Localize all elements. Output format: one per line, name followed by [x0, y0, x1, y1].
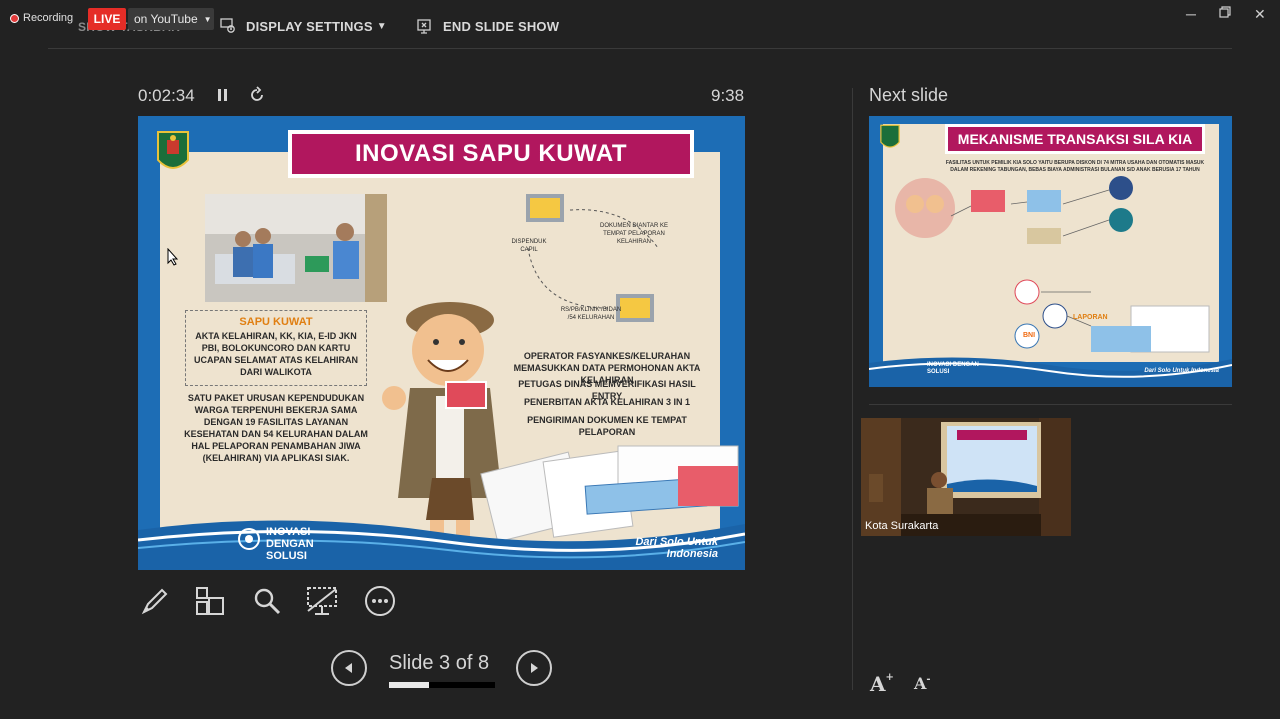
end-show-icon: [417, 19, 431, 34]
zoom-button[interactable]: [250, 584, 284, 618]
pen-tool-button[interactable]: [138, 584, 172, 618]
caret-down-icon: ▼: [376, 20, 387, 32]
screen-off-icon: [307, 587, 337, 615]
font-decrease-icon: A-: [914, 674, 931, 693]
grid-slides-icon: [196, 587, 224, 615]
live-badge: LIVE: [88, 8, 126, 30]
next-slide-preview[interactable]: MEKANISME TRANSAKSI SILA KIA FASILITAS U…: [869, 116, 1232, 387]
more-options-button[interactable]: [363, 584, 397, 618]
restore-icon: [1219, 6, 1231, 18]
chevron-down-icon: ▼: [203, 14, 212, 24]
pause-timer-button[interactable]: [216, 86, 230, 109]
slide-counter[interactable]: Slide 3 of 8: [389, 652, 489, 675]
slide-title: INOVASI SAPU KUWAT: [288, 130, 694, 178]
previous-slide-button[interactable]: [331, 650, 367, 686]
close-button[interactable]: ✕: [1254, 6, 1266, 23]
next-slide-label: Next slide: [869, 85, 949, 105]
recording-indicator: Recording: [10, 12, 73, 24]
previous-arrow-icon: [345, 663, 352, 673]
record-dot-icon: [10, 13, 19, 23]
current-slide[interactable]: INOVASI SAPU KUWAT SAPU KUWAT AKTA KELAH…: [138, 116, 745, 570]
minimize-button[interactable]: ─: [1186, 6, 1196, 22]
next-slide-diagram: [895, 176, 1210, 353]
hospital-photo: [205, 194, 387, 302]
stream-target-label: on YouTube: [134, 12, 198, 26]
city-emblem-icon: [157, 131, 189, 169]
display-settings-label: DISPLAY SETTINGS: [246, 18, 373, 34]
next-arrow-icon: [531, 663, 538, 673]
close-icon: ✕: [1254, 6, 1266, 22]
restart-timer-button[interactable]: [248, 86, 266, 109]
slide-footer-right: Dari Solo Untuk Indonesia: [635, 536, 718, 560]
decrease-font-button[interactable]: A-: [914, 674, 931, 693]
restart-icon: [251, 86, 263, 101]
more-icon: [365, 586, 395, 616]
next-slide-laporan: LAPORAN: [1073, 314, 1108, 321]
participant-name: Kota Surakarta: [865, 520, 939, 532]
slide-progress-fill: [389, 682, 429, 688]
slide-footer-left: INOVASI DENGAN SOLUSI: [266, 526, 314, 562]
paket-text: SATU PAKET URUSAN KEPENDUDUKAN WARGA TER…: [184, 393, 368, 463]
pause-icon: [218, 89, 227, 101]
step-3: PENERBITAN AKTA KELAHIRAN 3 IN 1: [523, 397, 690, 407]
restore-button[interactable]: [1219, 5, 1231, 21]
box-heading: SAPU KUWAT: [239, 316, 313, 328]
top-divider: [48, 48, 1232, 49]
black-screen-button[interactable]: [305, 584, 339, 618]
pen-icon: [141, 588, 168, 615]
next-slide-title: MEKANISME TRANSAKSI SILA KIA: [945, 124, 1205, 154]
flow-label-dispenduk: DISPENDUK CAPIL: [511, 239, 547, 253]
next-footer-right: Dari Solo Untuk Indonesia: [1144, 368, 1219, 374]
next-slide-intro: FASILITAS UNTUK PEMILIK KIA SOLO YAITU B…: [945, 160, 1205, 173]
step-4: PENGIRIMAN DOKUMEN KE TEMPAT PELAPORAN: [527, 415, 687, 437]
see-all-slides-button[interactable]: [193, 584, 227, 618]
participant-video[interactable]: [861, 418, 1071, 536]
box-text: AKTA KELAHIRAN, KK, KIA, E-ID JKN PBI, B…: [194, 331, 358, 377]
end-slide-show-button[interactable]: END SLIDE SHOW: [417, 18, 559, 34]
next-slide-button[interactable]: [516, 650, 552, 686]
recording-label: Recording: [23, 12, 74, 24]
next-city-emblem-icon: [880, 124, 900, 148]
next-footer-left: INOVASI DENGAN SOLUSI: [927, 362, 979, 375]
right-pane-divider: [869, 404, 1232, 405]
inovasi-logo-icon: [238, 528, 260, 550]
display-settings-icon: [220, 18, 235, 33]
font-increase-icon: A+: [870, 672, 894, 696]
stream-target-dropdown[interactable]: on YouTube ▼: [128, 8, 214, 30]
flow-label-facilities: RS/PB/KLINIK /BIDAN /54 KELURAHAN: [560, 307, 622, 321]
elapsed-timer: 0:02:34: [138, 86, 195, 105]
increase-font-button[interactable]: A+: [870, 672, 894, 696]
pane-divider[interactable]: [852, 88, 853, 690]
next-slide-bank: BNI: [1023, 332, 1036, 339]
video-frame: [861, 418, 1071, 536]
mouse-pointer-icon: [167, 248, 179, 266]
end-slide-show-label: END SLIDE SHOW: [443, 18, 560, 34]
clock-time: 9:38: [711, 86, 745, 105]
flow-label-documents: DOKUMEN DIANTAR KE TEMPAT PELAPORAN KELA…: [600, 223, 668, 245]
magnifier-icon: [254, 588, 281, 615]
slide-progress-bar: [389, 682, 495, 688]
display-settings-button[interactable]: DISPLAY SETTINGS ▼: [220, 18, 387, 34]
flow-diagram: [526, 194, 659, 322]
